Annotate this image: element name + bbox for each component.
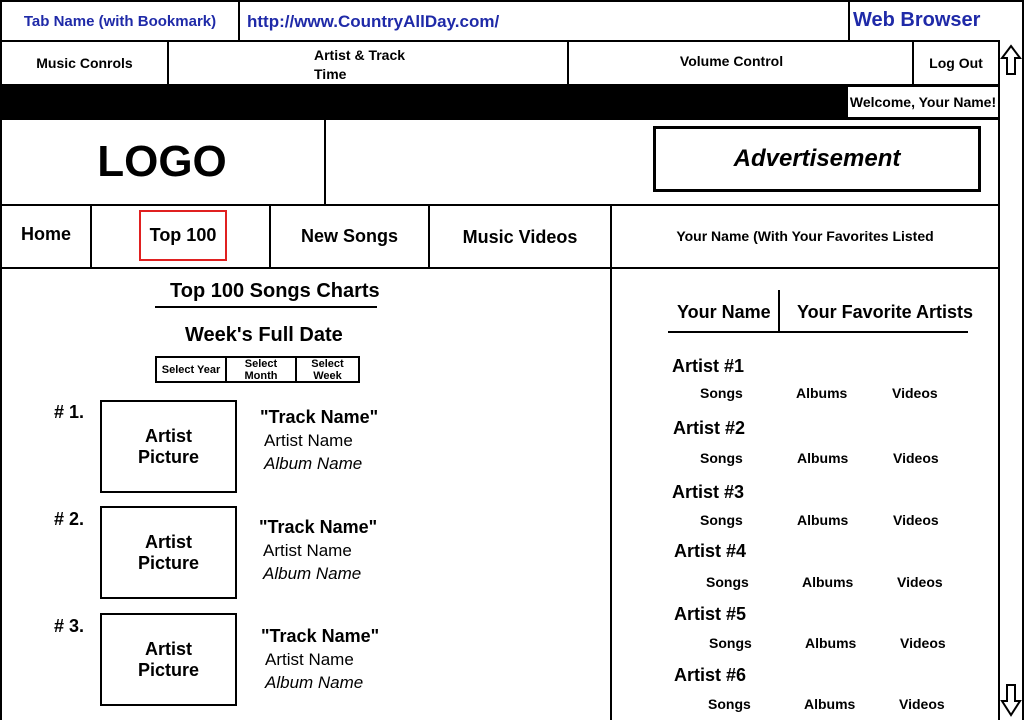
music-controls[interactable]: Music Conrols — [2, 42, 167, 84]
scroll-up-arrow-icon[interactable] — [1000, 44, 1022, 76]
album-name[interactable]: Album Name — [259, 562, 377, 585]
track-name[interactable]: "Track Name" — [259, 516, 377, 539]
favorite-artist-name[interactable]: Artist #1 — [672, 356, 744, 377]
favorites-header-divider — [778, 290, 780, 332]
divider — [90, 204, 92, 269]
chart-rank: # 3. — [54, 616, 85, 636]
artist-picture-label: Artist — [144, 531, 192, 552]
tab-name: Tab Name (with Bookmark) — [23, 12, 217, 30]
nav-your-favorites[interactable]: Your Name (With Your Favorites Listed — [612, 206, 998, 266]
log-out-button[interactable]: Log Out — [914, 42, 998, 84]
artist-picture-label: Picture — [137, 659, 200, 680]
artist-picture-label: Picture — [137, 552, 200, 573]
favorite-artist-name[interactable]: Artist #4 — [674, 541, 746, 562]
scroll-down-arrow-icon[interactable] — [1000, 683, 1022, 717]
favorite-albums-link[interactable]: Albums — [797, 450, 848, 466]
time-label: Time — [314, 66, 347, 82]
charts-title: Top 100 Songs Charts — [170, 280, 380, 302]
welcome-message: Welcome, Your Name! — [848, 87, 998, 117]
favorite-songs-link[interactable]: Songs — [700, 512, 743, 528]
select-year-button[interactable]: Select Year — [155, 356, 227, 383]
artist-track-time: Artist & Track Time — [314, 46, 405, 84]
favorites-your-name: Your Name — [677, 302, 771, 322]
favorite-videos-link[interactable]: Videos — [899, 696, 945, 712]
advertisement[interactable]: Advertisement — [653, 126, 981, 192]
artist-name[interactable]: Artist Name — [259, 539, 377, 562]
address-bar[interactable]: http://www.CountryAllDay.com/ — [238, 0, 850, 42]
favorite-artist-name[interactable]: Artist #6 — [674, 665, 746, 686]
favorite-songs-link[interactable]: Songs — [706, 574, 749, 590]
artist-picture-label: Artist — [144, 425, 192, 446]
favorite-videos-link[interactable]: Videos — [892, 385, 938, 401]
artist-name[interactable]: Artist Name — [261, 648, 379, 671]
favorites-header-underline — [668, 331, 968, 333]
album-name[interactable]: Album Name — [261, 671, 379, 694]
favorite-videos-link[interactable]: Videos — [900, 635, 946, 651]
artist-track-label: Artist & Track — [314, 47, 406, 63]
favorite-artist-name[interactable]: Artist #5 — [674, 604, 746, 625]
favorite-albums-link[interactable]: Albums — [796, 385, 847, 401]
select-week-button[interactable]: Select Week — [295, 356, 360, 383]
favorite-videos-link[interactable]: Videos — [897, 574, 943, 590]
song-info: "Track Name" Artist Name Album Name — [259, 516, 377, 585]
scrollbar-track[interactable] — [998, 40, 1024, 720]
chart-rank: # 1. — [54, 402, 85, 422]
favorite-artist-name[interactable]: Artist #2 — [673, 418, 745, 439]
track-name[interactable]: "Track Name" — [260, 406, 378, 429]
favorites-artists-heading: Your Favorite Artists — [797, 302, 974, 322]
artist-picture[interactable]: Artist Picture — [100, 613, 237, 706]
week-date: Week's Full Date — [185, 324, 343, 346]
favorite-songs-link[interactable]: Songs — [708, 696, 751, 712]
browser-tab[interactable]: Tab Name (with Bookmark) — [0, 0, 240, 42]
browser-title: Web Browser — [853, 9, 981, 31]
browser-title-box: Web Browser — [848, 0, 1024, 42]
artist-name[interactable]: Artist Name — [260, 429, 378, 452]
title-underline — [155, 306, 377, 308]
favorite-albums-link[interactable]: Albums — [804, 696, 855, 712]
url-text: http://www.CountryAllDay.com/ — [247, 12, 500, 31]
logo[interactable]: LOGO — [2, 120, 322, 204]
favorite-artist-name[interactable]: Artist #3 — [672, 482, 744, 503]
artist-picture[interactable]: Artist Picture — [100, 400, 237, 493]
volume-control[interactable]: Volume Control — [569, 42, 894, 80]
favorite-songs-link[interactable]: Songs — [700, 450, 743, 466]
nav-home[interactable]: Home — [2, 206, 90, 262]
favorite-songs-link[interactable]: Songs — [709, 635, 752, 651]
advertisement-label: Advertisement — [733, 145, 901, 172]
artist-picture-label: Artist — [144, 638, 192, 659]
column-divider — [610, 267, 612, 720]
chart-rank: # 2. — [54, 509, 85, 529]
song-info: "Track Name" Artist Name Album Name — [260, 406, 378, 475]
favorite-albums-link[interactable]: Albums — [805, 635, 856, 651]
nav-top100[interactable]: Top 100 — [139, 210, 227, 261]
select-month-button[interactable]: Select Month — [225, 356, 297, 383]
divider — [167, 40, 169, 86]
favorite-songs-link[interactable]: Songs — [700, 385, 743, 401]
album-name[interactable]: Album Name — [260, 452, 378, 475]
track-name[interactable]: "Track Name" — [261, 625, 379, 648]
artist-picture[interactable]: Artist Picture — [100, 506, 237, 599]
nav-new-songs[interactable]: New Songs — [271, 206, 428, 266]
favorite-albums-link[interactable]: Albums — [802, 574, 853, 590]
song-info: "Track Name" Artist Name Album Name — [261, 625, 379, 694]
favorite-videos-link[interactable]: Videos — [893, 512, 939, 528]
artist-picture-label: Picture — [137, 446, 200, 467]
favorite-videos-link[interactable]: Videos — [893, 450, 939, 466]
divider — [324, 118, 326, 206]
nav-music-videos[interactable]: Music Videos — [430, 206, 610, 268]
favorite-albums-link[interactable]: Albums — [797, 512, 848, 528]
